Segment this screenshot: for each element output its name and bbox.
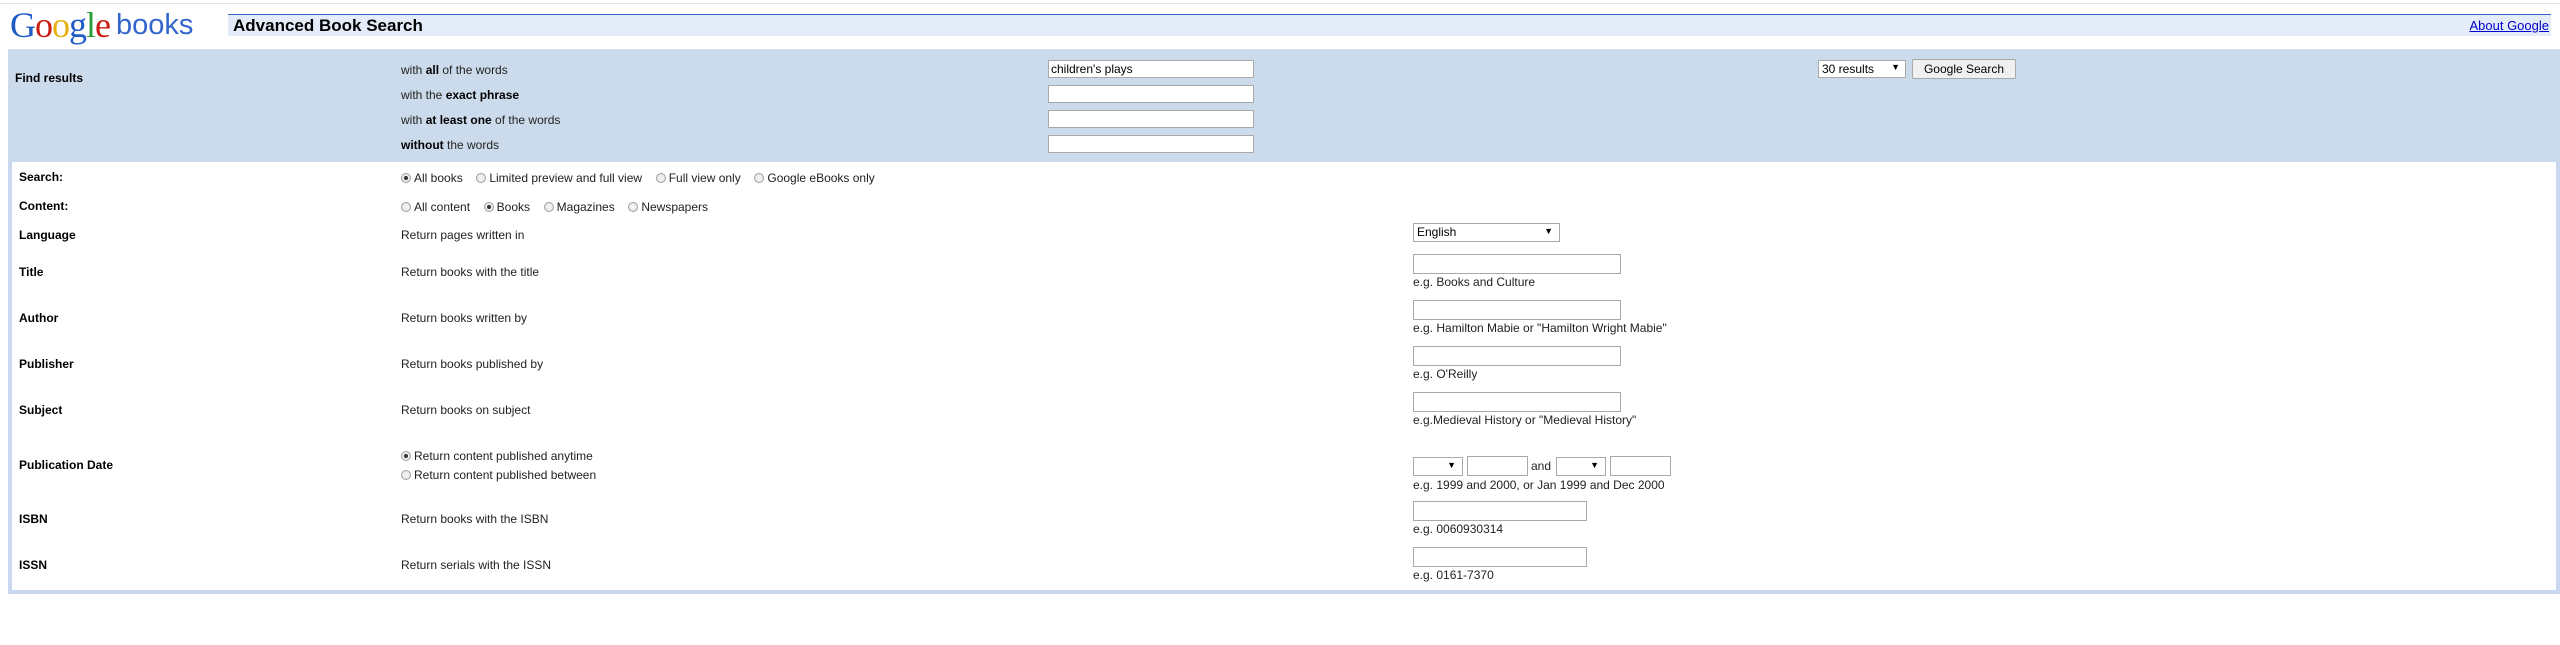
start-year-input[interactable] (1467, 456, 1528, 476)
author-hint: e.g. Hamilton Mabie or "Hamilton Wright … (1413, 321, 1667, 335)
end-month-select[interactable]: ▼ (1556, 457, 1606, 476)
search-limited-preview-radio[interactable]: Limited preview and full view (476, 171, 642, 185)
issn-input[interactable] (1413, 547, 1587, 567)
search-full-view-radio[interactable]: Full view only (655, 171, 741, 185)
publisher-label: Publisher (19, 357, 74, 371)
content-newspapers-radio[interactable]: Newspapers (628, 200, 708, 214)
publisher-desc: Return books published by (401, 357, 544, 371)
content-books-radio[interactable]: Books (483, 200, 530, 214)
issn-desc: Return serials with the ISSN (401, 558, 552, 572)
search-all-books-radio[interactable]: All books (401, 171, 463, 185)
language-label: Language (19, 228, 76, 242)
publication-date-label: Publication Date (19, 458, 114, 472)
subject-hint: e.g.Medieval History or "Medieval Histor… (1413, 413, 1637, 427)
page-title: Advanced Book Search (233, 16, 423, 35)
dropdown-arrow-icon: ▼ (1544, 226, 1553, 236)
pubdate-between-radio[interactable]: Return content published between (401, 466, 596, 485)
header-bar: Advanced Book Search About Google (228, 14, 2551, 36)
without-words-input[interactable] (1048, 135, 1254, 153)
without-words-label: without the words (401, 138, 500, 152)
radio-checked-icon (401, 173, 411, 183)
about-google-link[interactable]: About Google (2469, 18, 2549, 33)
all-words-input[interactable] (1048, 60, 1254, 78)
radio-icon (628, 202, 639, 212)
isbn-hint: e.g. 0060930314 (1413, 522, 1504, 536)
content-magazines-radio[interactable]: Magazines (543, 200, 615, 214)
isbn-desc: Return books with the ISBN (401, 512, 549, 526)
find-results-label: Find results (15, 71, 84, 85)
radio-checked-icon (483, 202, 494, 212)
radio-icon (401, 470, 411, 480)
author-label: Author (19, 311, 59, 325)
subject-desc: Return books on subject (401, 403, 531, 417)
title-hint: e.g. Books and Culture (1413, 275, 1536, 289)
content-all-radio[interactable]: All content (401, 200, 470, 214)
results-count-select[interactable]: 30 results ▼ (1818, 60, 1906, 78)
search-google-ebooks-radio[interactable]: Google eBooks only (754, 171, 875, 185)
exact-phrase-label: with the exact phrase (401, 88, 520, 102)
publisher-hint: e.g. O'Reilly (1413, 367, 1478, 381)
isbn-label: ISBN (19, 512, 48, 526)
top-divider (0, 3, 2560, 4)
dropdown-arrow-icon: ▼ (1447, 460, 1456, 470)
end-year-input[interactable] (1610, 456, 1671, 476)
at-least-one-label: with at least one of the words (401, 113, 561, 127)
find-results-section: Find results with all of the words with … (8, 49, 2560, 162)
content-label: Content: (19, 199, 69, 213)
isbn-input[interactable] (1413, 501, 1587, 521)
title-desc: Return books with the title (401, 265, 540, 279)
radio-icon (543, 202, 554, 212)
exact-phrase-input[interactable] (1048, 85, 1254, 103)
radio-icon (754, 173, 765, 183)
pubdate-anytime-radio[interactable]: Return content published anytime (401, 447, 596, 466)
radio-icon (401, 202, 411, 212)
publisher-input[interactable] (1413, 346, 1621, 366)
language-desc: Return pages written in (401, 228, 525, 242)
dropdown-arrow-icon: ▼ (1590, 460, 1599, 470)
google-search-button[interactable]: Google Search (1912, 59, 2016, 79)
dropdown-arrow-icon: ▼ (1891, 62, 1900, 72)
radio-checked-icon (401, 451, 411, 461)
content-options: All content Books Magazines Newspapers (401, 199, 718, 214)
search-label: Search: (19, 170, 64, 184)
title-label: Title (19, 265, 44, 279)
publication-date-hint: e.g. 1999 and 2000, or Jan 1999 and Dec … (1413, 478, 1665, 492)
issn-hint: e.g. 0161-7370 (1413, 568, 1494, 582)
search-options: All books Limited preview and full view … (401, 170, 885, 185)
author-desc: Return books written by (401, 311, 528, 325)
issn-label: ISSN (19, 558, 48, 572)
and-label: and (1531, 459, 1552, 473)
subject-input[interactable] (1413, 392, 1621, 412)
start-month-select[interactable]: ▼ (1413, 457, 1463, 476)
books-wordmark: books (116, 9, 194, 41)
google-wordmark: Google (10, 5, 111, 45)
all-words-label: with all of the words (401, 63, 508, 77)
radio-icon (476, 173, 487, 183)
publication-date-options: Return content published anytime Return … (401, 447, 606, 485)
google-books-logo[interactable]: Google books (10, 4, 194, 45)
advanced-search-form: Find results with all of the words with … (8, 49, 2560, 594)
at-least-one-input[interactable] (1048, 110, 1254, 128)
radio-icon (655, 173, 666, 183)
title-input[interactable] (1413, 254, 1621, 274)
language-select[interactable]: English ▼ (1413, 223, 1560, 242)
subject-label: Subject (19, 403, 63, 417)
author-input[interactable] (1413, 300, 1621, 320)
